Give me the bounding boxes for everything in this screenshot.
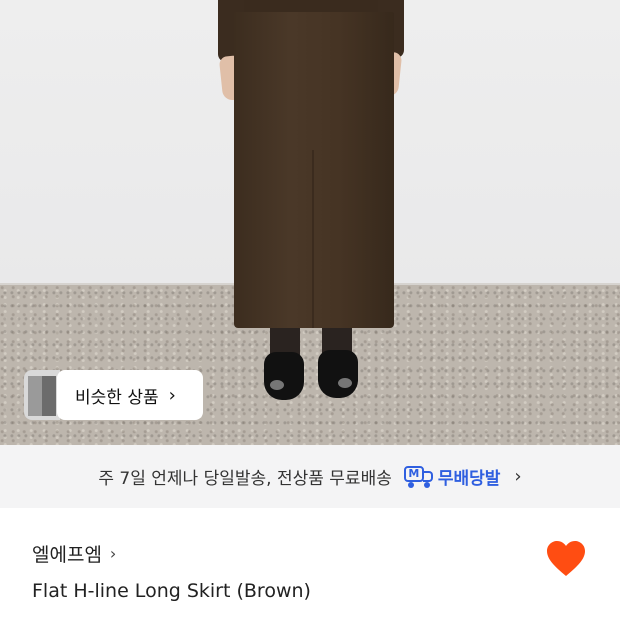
product-title: Flat H-line Long Skirt (Brown): [32, 580, 311, 602]
similar-products-pill[interactable]: 비슷한 상품 ›: [57, 370, 203, 420]
model-right-shoe: [318, 350, 358, 398]
truck-icon: M: [403, 465, 434, 488]
heart-icon[interactable]: [546, 540, 586, 578]
similar-products-button[interactable]: 비슷한 상품 ›: [24, 370, 204, 420]
chevron-right-icon: ›: [514, 466, 522, 487]
chevron-right-icon: ›: [109, 544, 117, 563]
shipping-banner[interactable]: 주 7일 언제나 당일발송, 전상품 무료배송 M 무배당발 ›: [0, 445, 620, 508]
model-left-shoe: [264, 352, 304, 400]
similar-products-thumbnail: [24, 370, 60, 420]
skirt-fold: [312, 150, 314, 328]
skirt: [234, 12, 394, 328]
product-image[interactable]: 비슷한 상품 ›: [0, 0, 620, 445]
brand-link[interactable]: 엘에프엠 ›: [32, 540, 116, 567]
similar-products-label: 비슷한 상품: [75, 387, 159, 408]
brand-name: 엘에프엠: [32, 544, 102, 566]
shipping-text: 주 7일 언제나 당일발송, 전상품 무료배송: [98, 469, 392, 489]
free-delivery-badge: M 무배당발: [403, 464, 501, 489]
free-delivery-label: 무배당발: [437, 469, 501, 489]
chevron-right-icon: ›: [168, 384, 176, 406]
